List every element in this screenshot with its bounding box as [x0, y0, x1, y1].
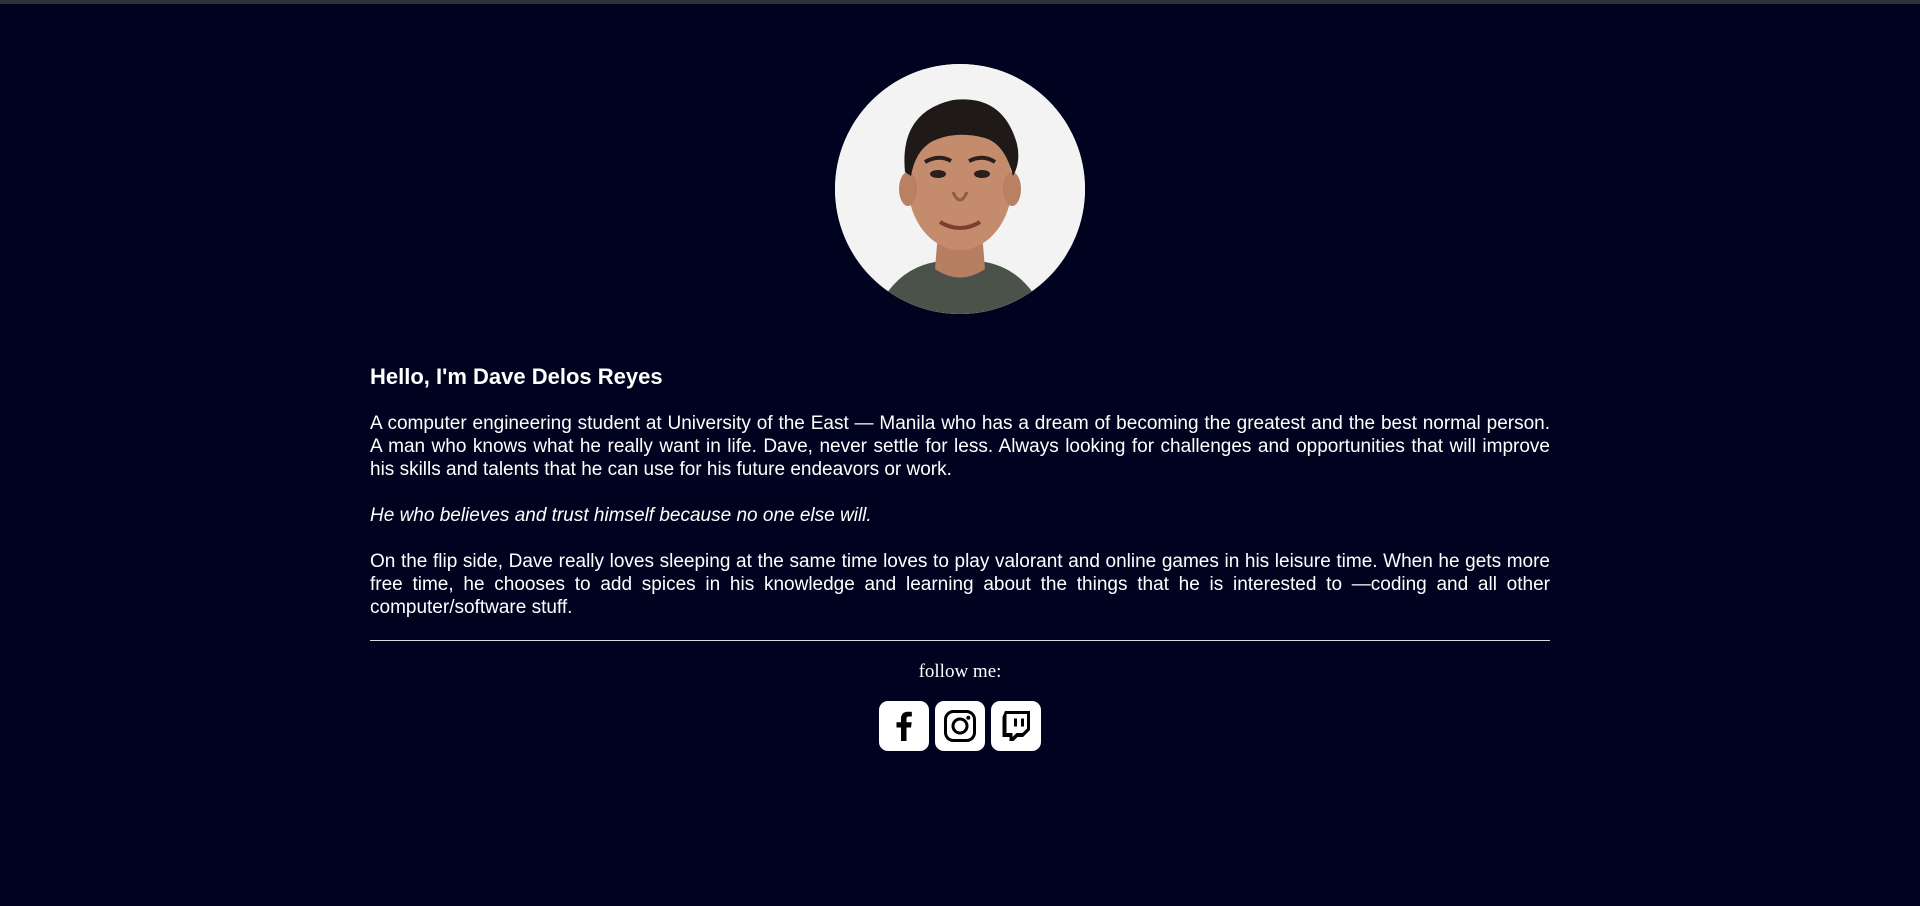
divider — [370, 640, 1550, 641]
quote-paragraph: He who believes and trust himself becaus… — [370, 505, 872, 526]
twitch-link[interactable] — [991, 701, 1041, 751]
intro-paragraph: A computer engineering student at Univer… — [370, 413, 1550, 480]
instagram-icon — [944, 710, 976, 742]
browser-top-strip — [0, 0, 1920, 4]
about-section: Hello, I'm Dave Delos Reyes A computer e… — [370, 360, 1550, 751]
avatar — [835, 64, 1085, 314]
twitch-icon — [1002, 711, 1030, 741]
instagram-link[interactable] — [935, 701, 985, 751]
facebook-icon — [896, 711, 912, 741]
flip-side-paragraph: On the flip side, Dave really loves slee… — [370, 551, 1550, 618]
follow-label: follow me: — [918, 661, 1002, 682]
facebook-link[interactable] — [879, 701, 929, 751]
avatar-photo — [835, 64, 1085, 314]
social-links — [370, 701, 1550, 751]
greeting-heading: Hello, I'm Dave Delos Reyes — [370, 364, 663, 389]
